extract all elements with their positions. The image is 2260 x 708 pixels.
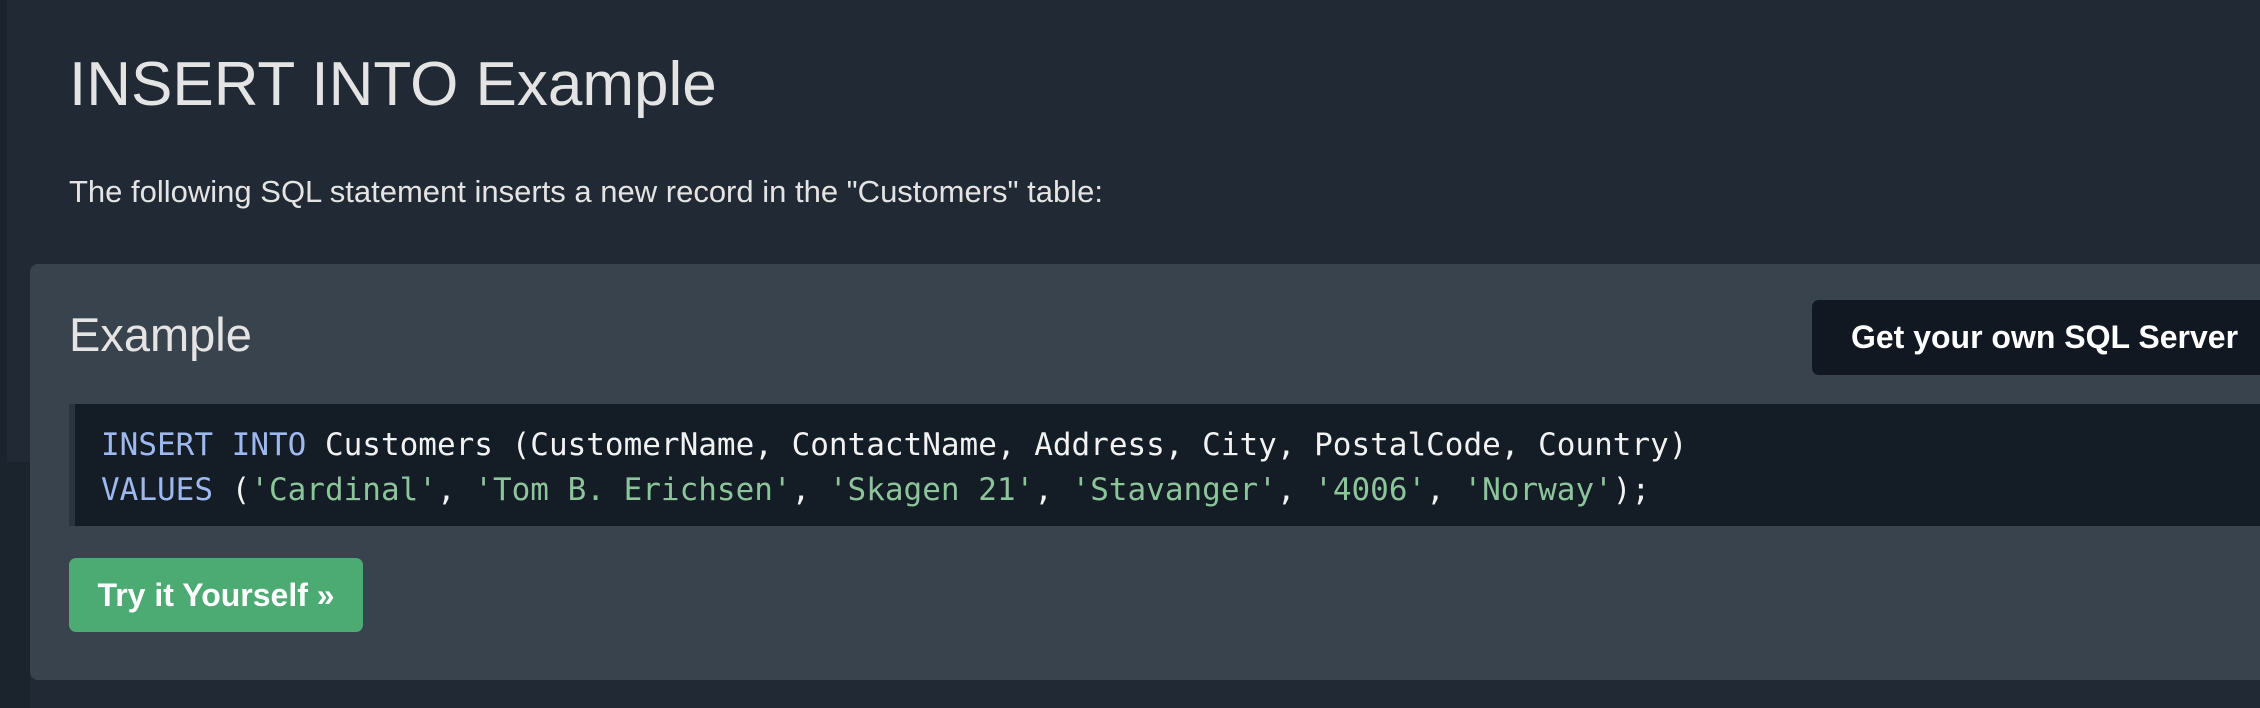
page-title: INSERT INTO Example <box>69 50 717 119</box>
sql-table-columns: Customers (CustomerName, ContactName, Ad… <box>306 427 1688 463</box>
sql-close-paren: ); <box>1612 472 1651 508</box>
sql-keyword-into: INTO <box>231 427 307 463</box>
sql-separator: , <box>1276 472 1315 508</box>
sql-keyword-values: VALUES <box>101 472 213 508</box>
example-heading: Example <box>69 308 252 361</box>
code-line-2: VALUES ('Cardinal', 'Tom B. Erichsen', '… <box>101 468 2260 513</box>
sql-open-paren: ( <box>212 472 251 508</box>
example-panel: Example Get your own SQL Server INSERT I… <box>30 264 2260 680</box>
sql-value-address: 'Skagen 21' <box>828 472 1035 508</box>
intro-text: The following SQL statement inserts a ne… <box>69 174 1104 209</box>
sql-separator: , <box>1426 472 1464 508</box>
sql-value-postal-code: '4006' <box>1314 472 1427 508</box>
sql-separator: , <box>791 472 829 508</box>
sql-value-customer-name: 'Cardinal' <box>250 472 437 508</box>
sql-keyword-insert: INSERT <box>101 427 213 463</box>
sql-value-contact-name: 'Tom B. Erichsen' <box>474 472 792 508</box>
get-sql-server-button[interactable]: Get your own SQL Server <box>1812 300 2260 375</box>
code-block: INSERT INTO Customers (CustomerName, Con… <box>69 404 2260 526</box>
try-it-yourself-button[interactable]: Try it Yourself » <box>69 558 363 632</box>
sql-value-country: 'Norway' <box>1463 472 1613 508</box>
code-line-1: INSERT INTO Customers (CustomerName, Con… <box>101 423 2260 468</box>
left-edge-strip-lower <box>0 462 30 708</box>
sql-separator: , <box>1034 472 1072 508</box>
sql-value-city: 'Stavanger' <box>1071 472 1277 508</box>
sql-separator: , <box>436 472 475 508</box>
